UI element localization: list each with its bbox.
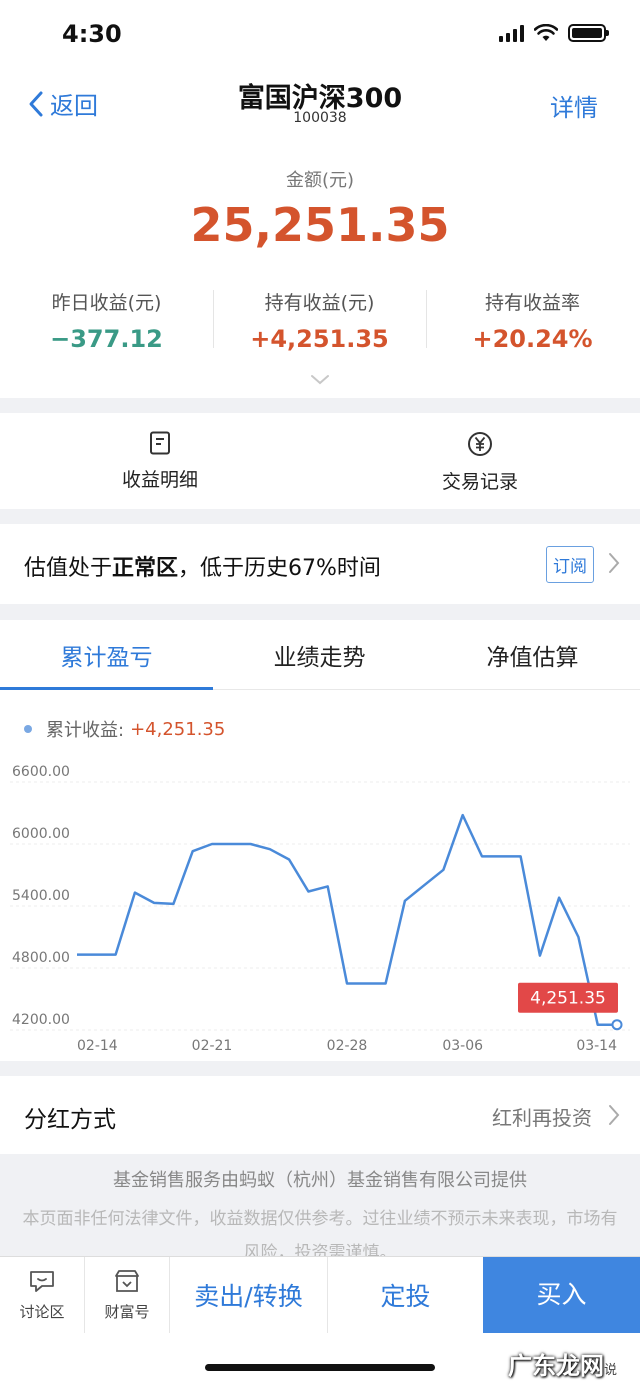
sell-convert-button[interactable]: 卖出/转换 [170,1277,327,1313]
tab-cumulative[interactable]: 累计盈亏 [0,638,213,672]
battery-icon [568,24,609,42]
y-tick-label: 6600.00 [12,764,70,780]
stat-label: 昨日收益(元) [51,292,162,314]
stat-value: −377.12 [50,325,163,353]
wifi-icon [534,24,558,41]
status-icons [499,24,609,42]
stat-value: +20.24% [472,325,593,353]
stat-rate: 持有收益率 +20.24% [426,288,639,353]
stat-label: 持有收益率 [484,292,580,314]
forum-button[interactable]: 讨论区 [0,1269,84,1322]
holding-summary: 金额(元) 25,251.35 昨日收益(元) −377.12 持有收益(元) … [0,140,640,398]
y-tick-label: 5400.00 [12,888,70,904]
last-point [611,1019,623,1031]
status-time: 4:30 [62,20,122,48]
valuation-suffix: ，低于历史67%时间 [178,556,381,581]
tab-performance[interactable]: 业绩走势 [213,638,426,672]
chevron-down-icon[interactable] [310,374,330,386]
valuation-prefix: 估值处于 [24,556,113,581]
chart-legend: 累计收益: +4,251.35 [24,716,225,742]
y-tick-label: 4200.00 [12,1012,70,1028]
valuation-highlight: 正常区 [112,556,179,581]
stat-label: 持有收益(元) [264,292,375,314]
cumulative-return-chart[interactable]: 6600.00 6000.00 5400.00 4800.00 4200.00 02-14… [0,760,640,1050]
watermark-text: 广东龙网 [508,1352,604,1380]
valuation-banner[interactable]: 估值处于正常区，低于历史67%时间 订阅 [0,524,640,604]
dividend-label: 分红方式 [24,1107,116,1133]
watermark-small: 说 [604,1363,618,1378]
wealth-button[interactable]: 财富号 [85,1269,169,1322]
x-tick-label: 02-28 [327,1038,368,1050]
chart-tabs: 累计盈亏 业绩走势 净值估算 [0,620,640,690]
fixed-invest-button[interactable]: 定投 [328,1277,483,1313]
action-label: 交易记录 [441,471,518,493]
legend-label: 累计收益: [46,720,125,741]
disclaimer-provider: 基金销售服务由蚂蚁（杭州）基金销售有限公司提供 [113,1170,527,1191]
tab-nav-estimate[interactable]: 净值估算 [426,638,639,672]
fund-code: 100038 [293,110,347,126]
action-row: 收益明细 交易记录 [0,413,640,509]
stat-holding: 持有收益(元) +4,251.35 [213,288,426,353]
amount-label: 金额(元) [285,170,355,191]
subscribe-button[interactable]: 订阅 [546,546,594,583]
status-bar: 4:30 [0,0,640,70]
cellular-signal-icon [499,24,524,42]
chevron-right-icon [609,553,620,573]
x-tick-label: 03-06 [442,1038,483,1050]
dividend-value: 红利再投资 [492,1106,592,1130]
chart-card: 累计盈亏 业绩走势 净值估算 累计收益: +4,251.35 6600.00 60… [0,620,640,1061]
x-tick-label: 03-14 [576,1038,617,1050]
trade-record-button[interactable]: 交易记录 [320,431,640,494]
income-detail-button[interactable]: 收益明细 [0,431,320,492]
buy-button[interactable]: 买入 [483,1257,640,1333]
chat-bubble-icon [30,1271,54,1292]
dividend-row[interactable]: 分红方式 红利再投资 [0,1076,640,1154]
tab-underline [0,687,213,690]
legend-dot [24,725,32,733]
disclaimer: 基金销售服务由蚂蚁（杭州）基金销售有限公司提供 本页面非任何法律文件，收益数据仅… [0,1154,640,1264]
detail-button[interactable]: 详情 [550,88,598,123]
amount-value: 25,251.35 [190,198,450,252]
wealth-label: 财富号 [104,1303,150,1321]
x-tick-label: 02-21 [192,1038,233,1050]
stat-yesterday: 昨日收益(元) −377.12 [0,288,213,353]
chevron-right-icon [609,1105,620,1125]
action-label: 收益明细 [121,469,198,491]
yen-circle-icon [468,432,492,456]
y-tick-label: 4800.00 [12,950,70,966]
store-icon [115,1270,139,1292]
stat-value: +4,251.35 [250,325,389,353]
x-tick-label: 02-14 [77,1038,118,1050]
last-value-label: 4,251.35 [530,989,606,1009]
nav-bar: 返回 富国沪深300 100038 详情 [0,70,640,140]
valuation-text: 估值处于正常区，低于历史67%时间 [24,550,381,582]
y-tick-label: 6000.00 [12,826,70,842]
home-indicator [205,1364,435,1371]
forum-label: 讨论区 [19,1303,65,1321]
legend-value: +4,251.35 [130,718,226,740]
watermark: 广东龙网说 [508,1346,617,1381]
document-icon [150,431,170,455]
